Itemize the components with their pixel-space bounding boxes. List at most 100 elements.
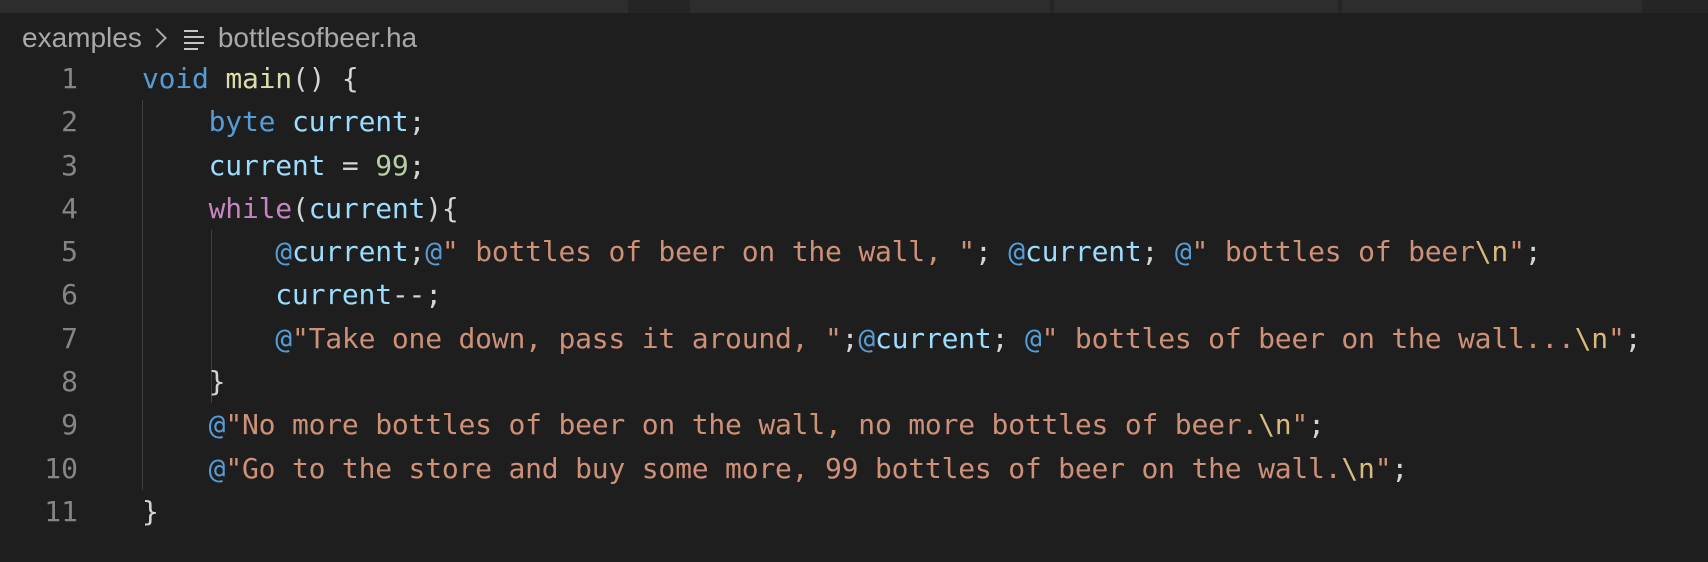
code-token: \n xyxy=(1341,451,1375,485)
code-token: --; xyxy=(391,278,442,312)
code-line[interactable]: 8 } xyxy=(0,360,1708,403)
code-token: " bottles of beer on the wall, " xyxy=(441,235,975,269)
code-token: @ xyxy=(275,235,292,269)
code-token: @ xyxy=(858,321,875,355)
line-code: @"Go to the store and buy some more, 99 … xyxy=(142,447,1409,490)
line-number: 1 xyxy=(61,62,78,95)
line-number: 8 xyxy=(61,365,78,399)
code-token: \n xyxy=(1474,235,1509,269)
line-number: 2 xyxy=(61,105,78,139)
line-number: 5 xyxy=(61,235,78,269)
code-token: current xyxy=(275,278,392,312)
line-code: byte current; xyxy=(142,100,426,143)
code-line[interactable]: 9 @"No more bottles of beer on the wall,… xyxy=(0,403,1708,446)
line-code: while(current){ xyxy=(142,187,459,230)
code-token: byte xyxy=(208,105,276,139)
code-line[interactable]: 7 @"Take one down, pass it around, ";@cu… xyxy=(0,317,1708,360)
line-number: 10 xyxy=(44,451,78,485)
code-token: \n xyxy=(1574,321,1609,355)
line-code: current = 99; xyxy=(142,144,426,187)
tab-inactive[interactable] xyxy=(1054,0,1338,13)
code-token: "No more bottles of beer on the wall, no… xyxy=(225,408,1259,442)
code-token: ; xyxy=(1624,321,1642,355)
code-token: () { xyxy=(291,62,359,95)
line-number: 11 xyxy=(44,494,78,528)
code-token: " xyxy=(1508,235,1525,269)
code-token: current xyxy=(874,321,992,355)
code-token: " bottles of beer on the wall... xyxy=(1041,321,1575,355)
line-code: @current;@" bottles of beer on the wall,… xyxy=(142,230,1541,273)
line-number: 7 xyxy=(61,321,78,355)
code-token: current xyxy=(291,105,409,139)
code-token: 99 xyxy=(375,148,409,182)
code-line[interactable]: 4 while(current){ xyxy=(0,187,1708,230)
code-token: ; xyxy=(408,148,426,182)
breadcrumb: examples bottlesofbeer.ha xyxy=(22,16,417,60)
code-token: @ xyxy=(275,321,292,355)
code-token: @ xyxy=(1174,235,1192,269)
code-token: @ xyxy=(208,408,226,442)
code-token: } xyxy=(142,494,159,528)
code-token: ; xyxy=(408,105,426,139)
code-token: " xyxy=(1607,321,1625,355)
code-token: ; xyxy=(974,235,1009,269)
code-token: " xyxy=(1374,451,1392,485)
line-number: 6 xyxy=(61,278,78,312)
code-token: @ xyxy=(1024,321,1042,355)
code-token: @ xyxy=(1008,235,1025,269)
code-line[interactable]: 1 void main() { xyxy=(0,57,1708,100)
code-token: "Go to the store and buy some more, 99 b… xyxy=(225,451,1342,485)
code-line[interactable]: 11} xyxy=(0,490,1708,533)
code-token: current xyxy=(291,235,409,269)
code-line[interactable]: 3 current = 99; xyxy=(0,144,1708,187)
code-token: " xyxy=(1291,408,1309,442)
code-token: while xyxy=(208,191,292,225)
code-token: ; xyxy=(1524,235,1542,269)
code-line[interactable]: 2 byte current; xyxy=(0,100,1708,143)
code-token: current xyxy=(208,148,326,182)
line-code: @"No more bottles of beer on the wall, n… xyxy=(142,403,1325,446)
code-token: main xyxy=(225,62,292,95)
breadcrumb-file[interactable]: bottlesofbeer.ha xyxy=(218,22,417,54)
list-icon xyxy=(183,27,204,50)
line-code: } xyxy=(142,490,159,533)
code-token: \n xyxy=(1258,408,1292,442)
line-code: @"Take one down, pass it around, ";@curr… xyxy=(142,317,1641,360)
line-code: } xyxy=(142,360,226,403)
code-token: ( xyxy=(291,191,309,225)
code-token: @ xyxy=(208,451,226,485)
breadcrumb-folder[interactable]: examples xyxy=(22,22,142,54)
code-token: " bottles of beer xyxy=(1191,235,1475,269)
code-token: "Take one down, pass it around, " xyxy=(291,321,842,355)
code-token: ; xyxy=(1391,451,1409,485)
tab-inactive[interactable] xyxy=(690,0,1050,13)
tab-inactive[interactable] xyxy=(1342,0,1642,13)
tab-inactive[interactable] xyxy=(0,0,628,13)
code-token: = xyxy=(325,148,376,182)
chevron-right-icon xyxy=(146,28,167,48)
code-token: void xyxy=(142,62,209,95)
tab-strip xyxy=(0,0,1708,13)
code-line[interactable]: 10 @"Go to the store and buy some more, … xyxy=(0,447,1708,490)
code-editor[interactable]: 1 void main() {2 byte current; 3 current =… xyxy=(0,57,1708,533)
line-number: 4 xyxy=(61,191,78,225)
code-line[interactable]: 6 current--; xyxy=(0,273,1708,316)
code-token: ; xyxy=(991,321,1025,355)
code-token: @ xyxy=(425,235,442,269)
code-line[interactable]: 5 @current;@" bottles of beer on the wal… xyxy=(0,230,1708,273)
code-token: ; xyxy=(408,235,426,269)
line-code: current--; xyxy=(142,273,442,316)
code-token: ; xyxy=(1308,408,1325,442)
line-code: void main() { xyxy=(142,57,359,100)
code-token: ){ xyxy=(425,191,459,225)
line-number: 9 xyxy=(61,408,78,442)
